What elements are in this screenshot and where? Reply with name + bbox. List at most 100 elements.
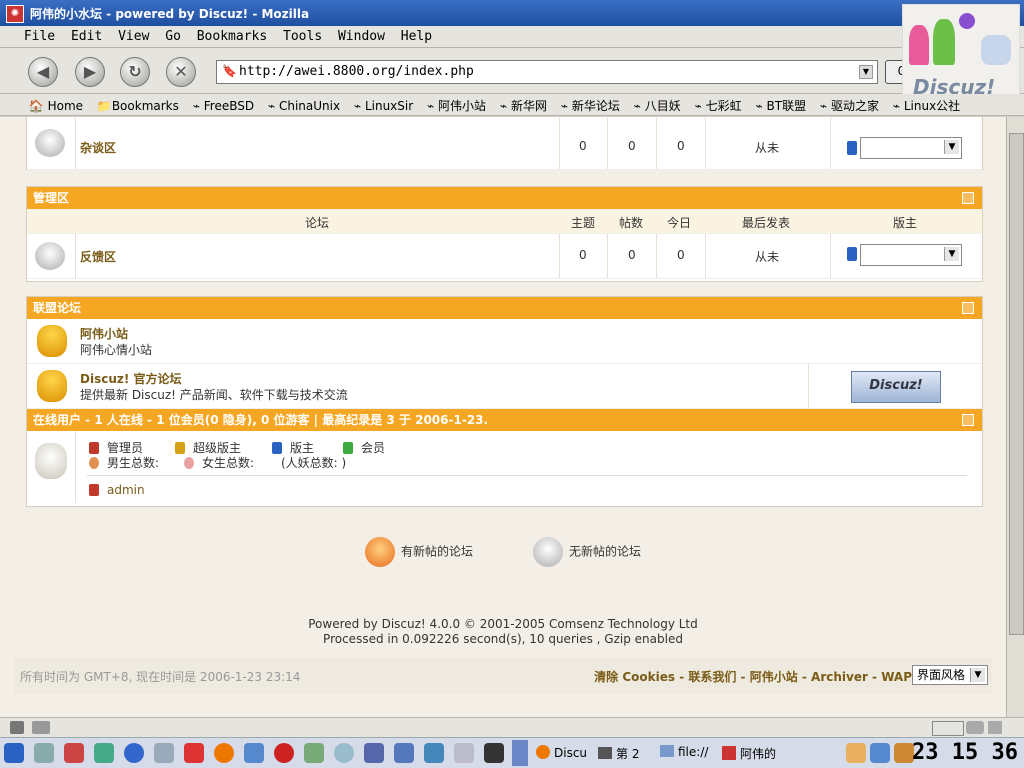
moderator-select[interactable]: ▼ (860, 244, 962, 266)
bookmark-item[interactable]: ⌁ Linux公社 (888, 94, 965, 114)
composer-icon[interactable] (32, 721, 50, 734)
partner-name[interactable]: Discuz! 官方论坛 (80, 370, 182, 387)
launcher-icon[interactable] (334, 743, 354, 763)
chevron-down-icon: ▼ (944, 247, 959, 261)
partner-icon (37, 325, 67, 357)
folder-icon (660, 745, 674, 757)
url-input[interactable] (239, 63, 839, 79)
forward-button[interactable]: ▶ (75, 57, 105, 87)
forum-today: 0 (677, 139, 685, 153)
menu-help[interactable]: Help (395, 26, 438, 44)
terminal-icon[interactable] (484, 743, 504, 763)
partner-name[interactable]: 阿伟小站 (80, 325, 128, 342)
launcher-icon[interactable] (424, 743, 444, 763)
launcher-icon[interactable] (454, 743, 474, 763)
discuz-badge[interactable]: Discuz! (851, 371, 941, 403)
moderator-select[interactable]: ▼ (860, 137, 962, 159)
url-dropdown-icon[interactable]: ▼ (859, 65, 873, 79)
launcher-icon[interactable] (304, 743, 324, 763)
bookmark-item[interactable]: ⌁ BT联盟 (750, 94, 811, 114)
menu-edit[interactable]: Edit (65, 26, 108, 44)
online-status-icon (988, 721, 1002, 734)
launcher-icon[interactable] (364, 743, 384, 763)
mail-icon[interactable] (10, 721, 24, 734)
legend-member: 会员 (343, 439, 385, 456)
col-today: 今日 (667, 216, 692, 230)
bookmark-item[interactable]: ⌁ 新华论坛 (556, 94, 625, 114)
launcher-icon[interactable] (34, 743, 54, 763)
forum-name[interactable]: 杂谈区 (80, 139, 116, 156)
menu-view[interactable]: View (112, 26, 155, 44)
kde-start-icon[interactable] (4, 743, 24, 763)
online-title: 在线用户 - 1 人在线 - 1 位会员(0 隐身), 0 位游客 | 最高纪录… (33, 413, 489, 427)
menu-go[interactable]: Go (159, 26, 187, 44)
chevron-down-icon: ▼ (944, 140, 959, 154)
bookmark-home[interactable]: 🏠 Home (24, 96, 88, 113)
forum-row: 杂谈区 0 0 0 从未 ▼ (27, 117, 982, 170)
menu-file[interactable]: File (18, 26, 61, 44)
launcher-icon[interactable] (274, 743, 294, 763)
col-topics: 主题 (571, 216, 596, 230)
moderator-icon (847, 141, 857, 155)
launcher-icon[interactable] (394, 743, 414, 763)
page-content: 杂谈区 0 0 0 从未 ▼ 管理区 论坛 主题 帖数 今日 最后发表 版主 反… (0, 117, 1006, 717)
new-posts-icon (365, 537, 395, 567)
bookmark-item[interactable]: ⌁ LinuxSir (349, 96, 418, 113)
menu-tools[interactable]: Tools (277, 26, 328, 44)
menu-window[interactable]: Window (332, 26, 391, 44)
vertical-scrollbar[interactable] (1006, 117, 1024, 717)
bookmark-item[interactable]: ⌁ 阿伟小站 (422, 94, 491, 114)
reload-button[interactable]: ↻ (120, 57, 150, 87)
security-lock-icon (966, 721, 984, 734)
stop-button[interactable]: ✕ (166, 57, 196, 87)
launcher-icon[interactable] (94, 743, 114, 763)
desktop-pager-icon[interactable] (512, 740, 528, 766)
section-header: 管理区 (27, 187, 982, 209)
task-button[interactable]: file:// (660, 745, 708, 759)
bookmark-item[interactable]: ⌁ 七彩虹 (690, 94, 747, 114)
collapse-icon[interactable] (962, 192, 974, 204)
task-button[interactable]: 第 2 (598, 745, 639, 762)
style-select[interactable]: 界面风格 ▼ (912, 665, 988, 685)
collapse-icon[interactable] (962, 414, 974, 426)
bookmark-item[interactable]: ⌁ 八目妖 (629, 94, 686, 114)
new-posts-legend: 有新帖的论坛 (365, 537, 473, 567)
coffee-cup-icon (35, 443, 67, 479)
firefox-icon[interactable] (214, 743, 234, 763)
tray-icon[interactable] (846, 743, 866, 763)
app-icon[interactable]: ✺ (6, 5, 24, 23)
tray-icon[interactable] (894, 743, 914, 763)
no-new-posts-icon (533, 537, 563, 567)
url-bar[interactable]: 🔖 ▼ (216, 60, 878, 84)
bookmark-item[interactable]: ⌁ ChinaUnix (263, 96, 345, 113)
bookmark-item[interactable]: ⌁ FreeBSD (188, 96, 259, 113)
tray-icon[interactable] (870, 743, 890, 763)
footer-bar: 所有时间为 GMT+8, 现在时间是 2006-1-23 23:14 清除 Co… (14, 657, 992, 693)
footer-links[interactable]: 清除 Cookies - 联系我们 - 阿伟小站 - Archiver - WA… (594, 668, 912, 685)
menu-bookmarks[interactable]: Bookmarks (191, 26, 273, 44)
back-button[interactable]: ◀ (28, 57, 58, 87)
launcher-icon[interactable] (244, 743, 264, 763)
launcher-icon[interactable] (124, 743, 144, 763)
task-button[interactable]: Discu (536, 745, 587, 760)
scroll-thumb[interactable] (1009, 133, 1024, 635)
bookmark-folder[interactable]: 📁Bookmarks (92, 96, 184, 113)
taskbar: Discu 第 2 file:// 阿伟的 23 15 36 (0, 737, 1024, 768)
clock[interactable]: 23 15 36 (912, 740, 1018, 765)
launcher-icon[interactable] (184, 743, 204, 763)
online-user[interactable]: admin (89, 483, 145, 497)
launcher-icon[interactable] (154, 743, 174, 763)
admin-section: 管理区 论坛 主题 帖数 今日 最后发表 版主 反馈区 0 0 0 从未 ▼ (26, 186, 983, 282)
timezone-text: 所有时间为 GMT+8, 现在时间是 2006-1-23 23:14 (20, 670, 301, 684)
bookmark-item[interactable]: ⌁ 新华网 (495, 94, 552, 114)
partner-desc: 阿伟心情小站 (80, 343, 153, 357)
collapse-icon[interactable] (962, 302, 974, 314)
no-new-posts-legend: 无新帖的论坛 (533, 537, 641, 567)
forum-last-post: 从未 (755, 250, 780, 264)
female-icon (184, 457, 194, 469)
launcher-icon[interactable] (64, 743, 84, 763)
bookmark-item[interactable]: ⌁ 驱动之家 (815, 94, 884, 114)
member-user-icon (343, 442, 353, 454)
task-button[interactable]: 阿伟的 (722, 745, 776, 762)
forum-name[interactable]: 反馈区 (80, 248, 116, 265)
